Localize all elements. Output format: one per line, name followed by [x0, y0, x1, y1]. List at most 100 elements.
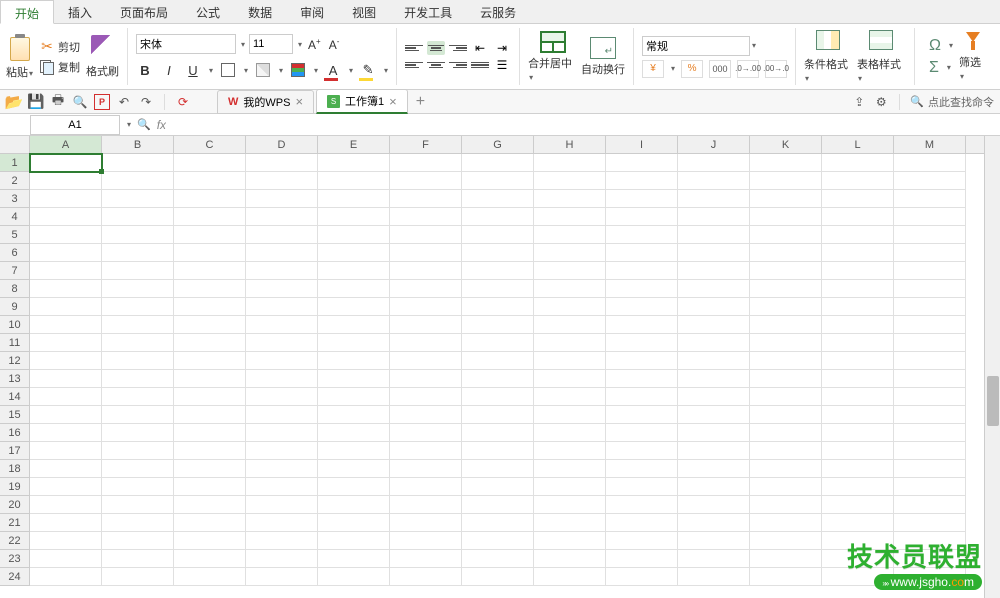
cell[interactable]: [534, 244, 606, 262]
cell[interactable]: [534, 190, 606, 208]
column-header[interactable]: I: [606, 136, 678, 153]
decrease-font-button[interactable]: A-: [327, 37, 342, 52]
cell[interactable]: [750, 190, 822, 208]
row-header[interactable]: 4: [0, 208, 30, 226]
cell[interactable]: [102, 208, 174, 226]
cell[interactable]: [390, 550, 462, 568]
cell[interactable]: [30, 280, 102, 298]
cell[interactable]: [534, 514, 606, 532]
tab-home[interactable]: 开始: [0, 0, 54, 24]
cell[interactable]: [174, 208, 246, 226]
increase-decimal-button[interactable]: .0→.00: [737, 60, 759, 78]
cell[interactable]: [318, 496, 390, 514]
cell[interactable]: [174, 442, 246, 460]
undo-icon[interactable]: ↶: [116, 94, 132, 110]
cell[interactable]: [462, 208, 534, 226]
pdf-icon[interactable]: P: [94, 94, 110, 110]
cell[interactable]: [462, 316, 534, 334]
tab-page-layout[interactable]: 页面布局: [106, 0, 182, 23]
cell[interactable]: [822, 262, 894, 280]
tab-insert[interactable]: 插入: [54, 0, 106, 23]
border-button[interactable]: [219, 61, 237, 79]
cell[interactable]: [390, 532, 462, 550]
cell[interactable]: [102, 478, 174, 496]
cell[interactable]: [246, 550, 318, 568]
cell[interactable]: [318, 532, 390, 550]
column-header[interactable]: F: [390, 136, 462, 153]
cell[interactable]: [822, 388, 894, 406]
cell[interactable]: [174, 460, 246, 478]
cell[interactable]: [30, 460, 102, 478]
cell[interactable]: [174, 424, 246, 442]
cell[interactable]: [174, 190, 246, 208]
cell[interactable]: [606, 424, 678, 442]
cell[interactable]: [894, 280, 966, 298]
cell[interactable]: [534, 406, 606, 424]
align-right-button[interactable]: [449, 58, 467, 72]
print-icon[interactable]: 🖶: [50, 94, 66, 110]
cell[interactable]: [678, 568, 750, 586]
distribute-button[interactable]: ☰: [493, 58, 511, 72]
cell[interactable]: [750, 298, 822, 316]
cell[interactable]: [534, 568, 606, 586]
row-header[interactable]: 13: [0, 370, 30, 388]
cell[interactable]: [750, 370, 822, 388]
cell[interactable]: [318, 514, 390, 532]
cell[interactable]: [462, 496, 534, 514]
cell[interactable]: [606, 370, 678, 388]
column-header[interactable]: J: [678, 136, 750, 153]
command-search[interactable]: 🔍 点此查找命令: [910, 94, 994, 110]
cell[interactable]: [390, 514, 462, 532]
cell[interactable]: [174, 550, 246, 568]
cell[interactable]: [750, 226, 822, 244]
font-size-select[interactable]: [249, 34, 293, 54]
cell[interactable]: [318, 280, 390, 298]
cell[interactable]: [606, 352, 678, 370]
cell[interactable]: [894, 406, 966, 424]
cell[interactable]: [678, 442, 750, 460]
cell[interactable]: [894, 244, 966, 262]
cell[interactable]: [318, 388, 390, 406]
cell[interactable]: [30, 568, 102, 586]
cell[interactable]: [894, 190, 966, 208]
cell[interactable]: [102, 334, 174, 352]
cell[interactable]: [462, 442, 534, 460]
cell[interactable]: [246, 532, 318, 550]
row-header[interactable]: 2: [0, 172, 30, 190]
cell[interactable]: [102, 262, 174, 280]
cell[interactable]: [678, 280, 750, 298]
cell[interactable]: [246, 208, 318, 226]
cell[interactable]: [462, 172, 534, 190]
cell[interactable]: [606, 550, 678, 568]
cell[interactable]: [894, 154, 966, 172]
cell[interactable]: [390, 154, 462, 172]
cell[interactable]: [534, 280, 606, 298]
cell[interactable]: [606, 226, 678, 244]
cell[interactable]: [102, 460, 174, 478]
name-box[interactable]: [30, 115, 120, 135]
cell[interactable]: [894, 262, 966, 280]
cell[interactable]: [606, 496, 678, 514]
column-header[interactable]: M: [894, 136, 966, 153]
cell[interactable]: [246, 154, 318, 172]
cell[interactable]: [246, 442, 318, 460]
font-color-button[interactable]: A: [324, 61, 342, 79]
column-header[interactable]: G: [462, 136, 534, 153]
cell[interactable]: [390, 478, 462, 496]
cell[interactable]: [102, 550, 174, 568]
cell[interactable]: [678, 208, 750, 226]
cell[interactable]: [606, 298, 678, 316]
add-tab-button[interactable]: +: [410, 93, 431, 111]
cell[interactable]: [822, 550, 894, 568]
cell[interactable]: [822, 568, 894, 586]
row-header[interactable]: 17: [0, 442, 30, 460]
font-name-select[interactable]: [136, 34, 236, 54]
cell[interactable]: [246, 460, 318, 478]
cell[interactable]: [606, 316, 678, 334]
cell[interactable]: [678, 262, 750, 280]
paste-button[interactable]: 粘贴▾: [6, 34, 33, 80]
cell[interactable]: [462, 568, 534, 586]
cell[interactable]: [318, 568, 390, 586]
cell[interactable]: [894, 532, 966, 550]
cell[interactable]: [30, 370, 102, 388]
